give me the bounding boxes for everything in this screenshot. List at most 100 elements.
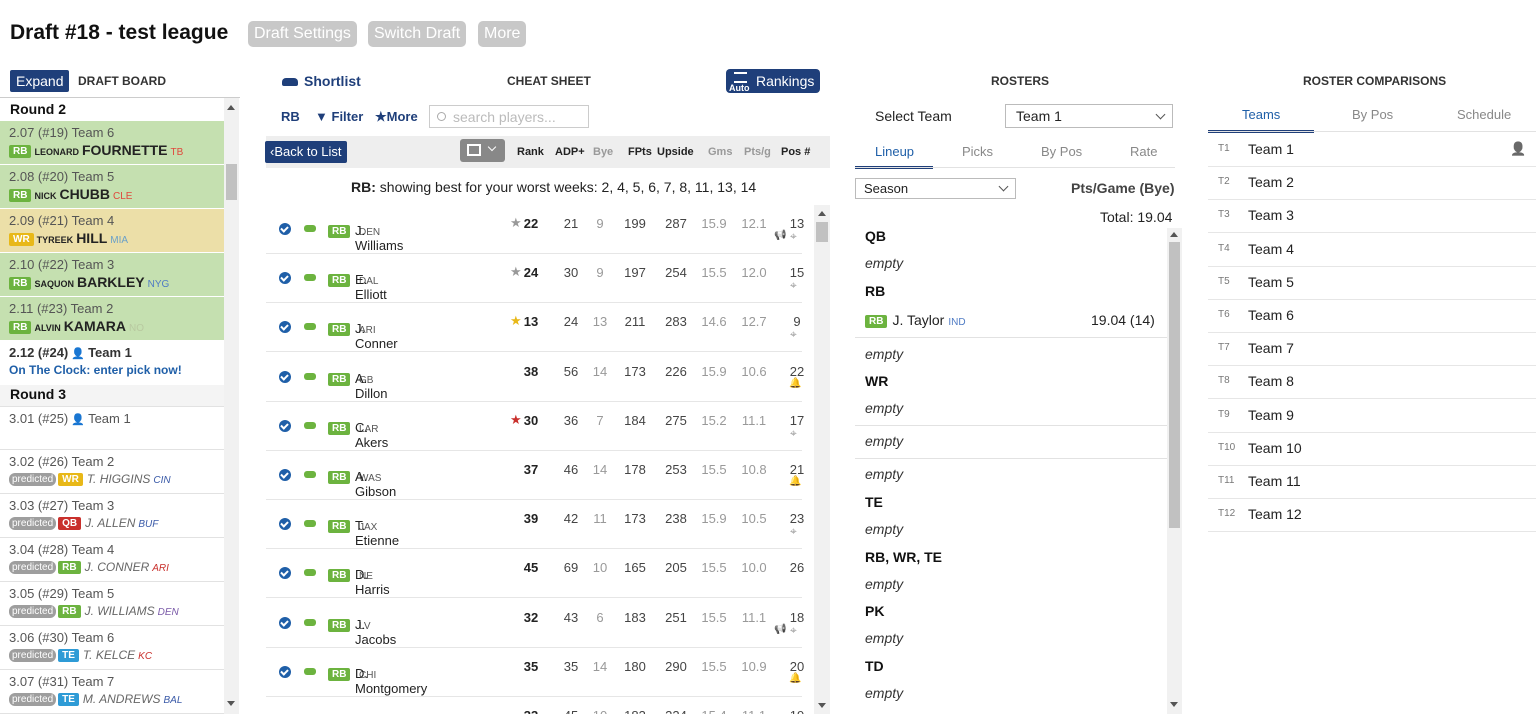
player-name[interactable]: D. Montgomery CHI [355,666,427,696]
more-options-button[interactable]: ★More [375,109,418,125]
player-name[interactable]: A. Dillon GB [355,371,388,401]
season-select[interactable]: Season [855,178,1016,199]
column-header[interactable]: Pos # [781,146,810,158]
player-name[interactable]: T. Etienne JAX [355,518,399,548]
draft-pick-predicted[interactable]: 3.07 (#31) Team 7 predicted TE M. ANDREWS BA… [0,670,224,714]
comparison-team-row[interactable]: T2 Team 2 [1208,167,1536,201]
back-to-list-button[interactable]: ‹Back to List [265,141,347,163]
player-row[interactable]: RB T. Etienne JAX 39 42 11 173 238 15.9 10.5 23 ⌖ [266,500,804,550]
player-row[interactable]: RB C. Akers LAR ★ 30 36 7 184 275 15.2 11.1 17 ⌖ [266,402,804,451]
columns-toggle-button[interactable] [460,139,505,162]
column-header[interactable]: Pts/g [744,146,771,158]
shortlist-link[interactable]: Shortlist [282,73,361,89]
comparison-team-row[interactable]: T8 Team 8 [1208,366,1536,400]
comparison-team-row[interactable]: T3 Team 3 [1208,200,1536,234]
draft-pick-predicted[interactable]: 3.02 (#26) Team 2 predicted WR T. HIGGINS CI… [0,450,224,494]
filter-button[interactable]: ▼ Filter [315,109,363,124]
player-row[interactable]: RB J. Williams DEN ★ 22 21 9 199 287 15.9 12.1 13 📢 ⌖ [266,205,804,254]
draft-pick-predicted[interactable]: 3.04 (#28) Team 4 predicted RB J. CONNER ARI [0,538,224,582]
comparison-team-row[interactable]: T12 Team 12 [1208,499,1536,533]
draft-pick-predicted[interactable]: 3.06 (#30) Team 6 predicted TE T. KELCE KC [0,626,224,670]
empty-slot[interactable]: empty [865,685,903,701]
player-name[interactable]: J. Williams DEN [355,223,403,253]
current-pick[interactable]: 2.12 (#24) 👤 Team 1 On The Clock: enter p… [0,341,224,385]
team-select[interactable]: Team 1 [1005,104,1173,128]
player-name[interactable]: J. Conner ARI [355,321,398,351]
shortlist-icon[interactable] [304,323,316,331]
shortlist-icon[interactable] [304,569,316,577]
draft-board-scrollbar[interactable] [224,98,239,714]
column-header[interactable]: Rank [517,146,544,158]
draft-pick-predicted[interactable]: 3.05 (#29) Team 5 predicted RB J. WILLIAMS D… [0,582,224,626]
player-row[interactable]: RB A. Gibson WAS 37 46 14 178 253 15.5 10.8 21 🔔 [266,451,804,500]
empty-slot[interactable]: empty [865,630,903,646]
player-name[interactable]: J. Jacobs LV [355,617,396,647]
tab-schedule[interactable]: Schedule [1457,107,1511,122]
comparison-team-row[interactable]: T9 Team 9 [1208,400,1536,433]
player-row[interactable]: RB E. Elliott DAL ★ 24 30 9 197 254 15.5 12.0 15 ⌖ [266,254,804,304]
column-header[interactable]: Gms [708,146,732,158]
player-row[interactable]: RB A. Dillon GB 38 56 14 173 226 15.9 10.6 22 🔔 [266,353,804,402]
comparison-team-row[interactable]: T5 Team 5 [1208,267,1536,300]
roster-scrollbar[interactable] [1167,228,1182,714]
player-row[interactable]: RB D. Harris NE 45 69 10 165 205 15.5 10.0 26 [266,549,804,599]
slot-divider [855,337,1167,338]
shortlist-icon[interactable] [304,274,316,282]
tab-lineup[interactable]: Lineup [875,144,914,159]
shortlist-icon[interactable] [304,667,316,675]
tab-by-pos[interactable]: By Pos [1352,107,1393,122]
player-row[interactable]: RB J. Jacobs LV 32 43 6 183 251 15.5 11.1 18 📢 ⌖ [266,599,804,648]
comparison-team-row[interactable]: T11 Team 11 [1208,466,1536,499]
tab-rate[interactable]: Rate [1130,144,1157,159]
player-row[interactable]: 33451018322415.411.119 [266,697,804,714]
empty-slot[interactable]: empty [865,466,903,482]
expand-button[interactable]: Expand [10,70,70,92]
column-header[interactable]: ADP+ [555,146,585,158]
comparison-team-row[interactable]: T6 Team 6 [1208,300,1536,333]
comparison-team-row[interactable]: T10 Team 10 [1208,433,1536,466]
draft-pick-made[interactable]: 2.08 (#20) Team 5 RB NICK CHUBB CLE [0,165,224,209]
switch-draft-button[interactable]: Switch Draft [368,21,467,47]
empty-slot[interactable]: empty [865,433,903,449]
player-name[interactable]: E. Elliott DAL [355,272,387,302]
on-the-clock-link[interactable]: On The Clock: enter pick now! [9,363,224,377]
empty-slot[interactable]: empty [865,346,903,362]
draft-settings-button[interactable]: Draft Settings [248,21,357,47]
shortlist-icon[interactable] [304,618,316,626]
player-name[interactable]: D. Harris NE [355,567,390,597]
empty-slot[interactable]: empty [865,255,903,271]
draft-pick-made[interactable]: 2.11 (#23) Team 2 RB ALVIN KAMARA NO [0,297,224,341]
roster-player[interactable]: RB J. Taylor IND 19.04 (14) [865,312,1165,332]
empty-slot[interactable]: empty [865,400,903,416]
comparison-team-row[interactable]: T7 Team 7 [1208,333,1536,367]
player-name[interactable]: C. Akers LAR [355,420,388,450]
draft-pick-slot[interactable]: 3.01 (#25) 👤 Team 1 [0,407,224,450]
search-input[interactable]: search players... [429,105,589,128]
draft-pick-made[interactable]: 2.10 (#22) Team 3 RB SAQUON BARKLEY NYG [0,253,224,297]
player-row[interactable]: RB D. Montgomery CHI 35 35 14 180 290 15.5 10.9 20… [266,648,804,697]
player-name[interactable]: A. Gibson WAS [355,469,396,499]
shortlist-icon[interactable] [304,225,316,232]
shortlist-icon[interactable] [304,372,316,380]
column-header[interactable]: FPts [628,146,652,158]
tab-teams[interactable]: Teams [1242,107,1280,122]
draft-pick-made[interactable]: 2.09 (#21) Team 4 WR TYREEK HILL MIA [0,209,224,253]
shortlist-icon[interactable] [304,520,316,528]
cheat-sheet-scrollbar[interactable] [814,205,830,714]
shortlist-icon[interactable] [304,421,316,429]
tab-by-pos[interactable]: By Pos [1041,144,1082,159]
comparison-team-row[interactable]: T1 Team 1 👤 [1208,134,1536,167]
more-button[interactable]: More [478,21,527,47]
column-header[interactable]: Upside [657,146,694,158]
position-selector[interactable]: RB [281,109,300,124]
player-row[interactable]: RB J. Conner ARI ★ 13 24 13 211 283 14.6 12.7 9 ⌖ [266,303,802,353]
rankings-button[interactable]: Auto Rankings [726,69,820,93]
draft-pick-made[interactable]: 2.07 (#19) Team 6 RB LEONARD FOURNETTE TB [0,121,224,165]
tab-picks[interactable]: Picks [962,144,993,159]
column-header[interactable]: Bye [593,146,613,158]
shortlist-icon[interactable] [304,471,316,478]
draft-pick-predicted[interactable]: 3.03 (#27) Team 3 predicted QB J. ALLEN BUF [0,494,224,538]
empty-slot[interactable]: empty [865,521,903,537]
empty-slot[interactable]: empty [865,576,903,592]
comparison-team-row[interactable]: T4 Team 4 [1208,234,1536,267]
